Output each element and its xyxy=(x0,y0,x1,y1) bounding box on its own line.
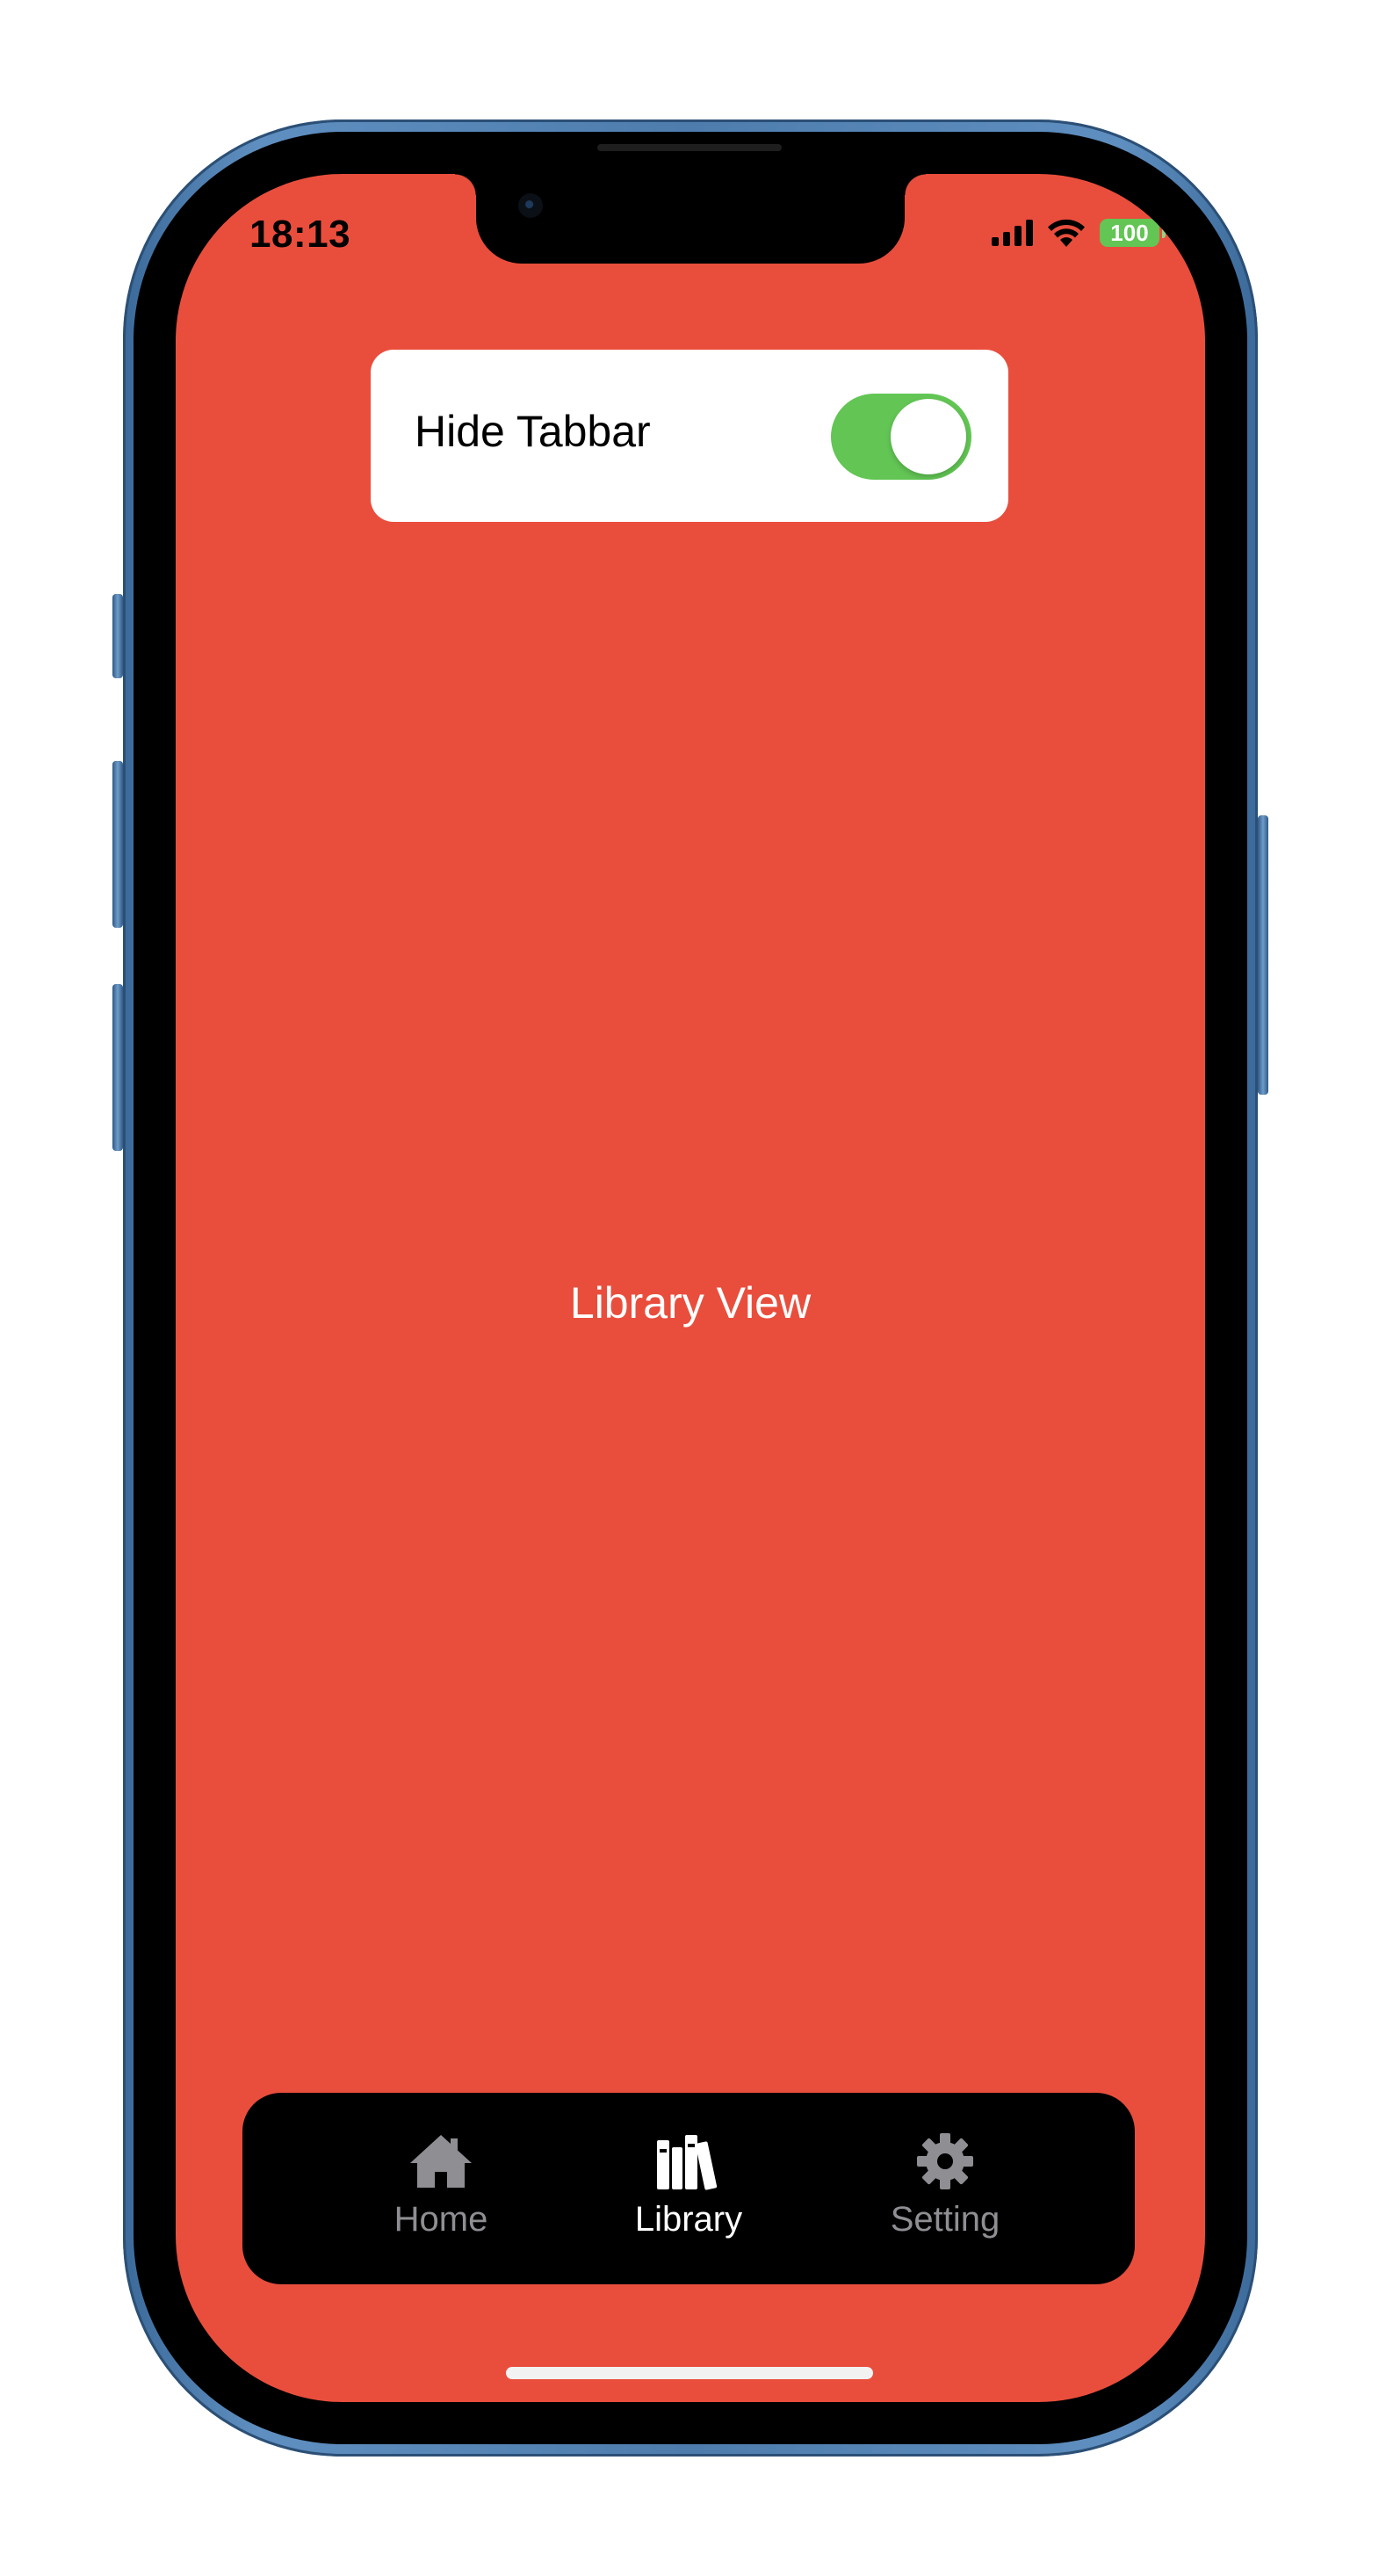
tab-home[interactable]: Home xyxy=(344,2131,538,2240)
notch xyxy=(455,174,926,264)
hide-tabbar-label: Hide Tabbar xyxy=(415,407,651,456)
front-camera xyxy=(518,193,543,218)
page-title: Library View xyxy=(569,1278,812,1328)
hide-tabbar-card: Hide Tabbar xyxy=(371,350,1008,522)
tab-setting-label: Setting xyxy=(890,2200,1000,2239)
tab-home-label: Home xyxy=(393,2200,488,2239)
volume-down-button xyxy=(112,984,123,1151)
tab-library-label: Library xyxy=(634,2200,743,2239)
status-indicators: 100 xyxy=(992,218,1166,248)
toggle-knob xyxy=(891,399,966,474)
earpiece-speaker xyxy=(597,144,782,151)
gear-icon xyxy=(917,2133,973,2189)
books-icon xyxy=(657,2135,718,2190)
battery-icon: 100 xyxy=(1100,219,1166,247)
wifi-icon xyxy=(1048,219,1085,247)
hide-tabbar-toggle[interactable] xyxy=(831,394,971,480)
status-time: 18:13 xyxy=(249,213,351,256)
silent-switch xyxy=(112,594,123,678)
tab-library[interactable]: Library xyxy=(592,2131,785,2240)
tab-setting[interactable]: Setting xyxy=(848,2131,1042,2240)
volume-up-button xyxy=(112,761,123,928)
home-indicator[interactable] xyxy=(506,2367,873,2379)
battery-level: 100 xyxy=(1110,219,1149,246)
cellular-signal-icon xyxy=(992,220,1033,246)
app-screen: 18:13 100 Hide Tabbar Library View Home xyxy=(176,174,1205,2402)
house-icon xyxy=(410,2135,472,2188)
power-button xyxy=(1258,815,1268,1095)
tab-bar: Home Library Setting xyxy=(242,2093,1135,2284)
